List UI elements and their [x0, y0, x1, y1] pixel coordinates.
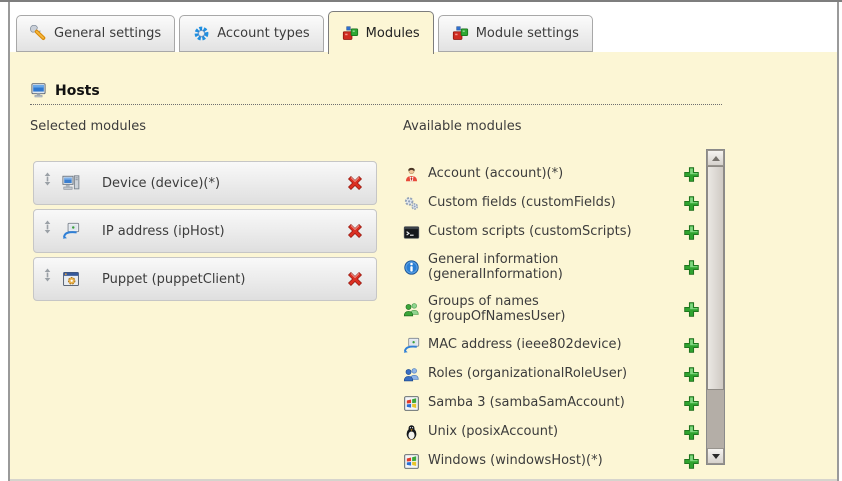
group-green-icon: [403, 301, 420, 318]
available-modules-scrollbar[interactable]: [706, 149, 725, 465]
selected-module-row[interactable]: Puppet (puppetClient): [33, 257, 377, 301]
device-icon: [62, 174, 80, 192]
wrench-icon: [30, 25, 47, 42]
module-label: MAC address (ieee802device): [428, 338, 622, 353]
available-module-row: General information (generalInformation): [403, 253, 700, 283]
account-types-gear-icon: [193, 25, 210, 42]
add-module-button[interactable]: [683, 366, 700, 383]
add-module-button[interactable]: [683, 424, 700, 441]
module-label: Device (device)(*): [102, 176, 346, 191]
available-modules-column: Available modules Account (account)(*) C…: [403, 119, 725, 481]
module-label: Unix (posixAccount): [428, 425, 558, 440]
module-label: Roles (organizationalRoleUser): [428, 367, 627, 382]
scroll-down-button[interactable]: [707, 448, 724, 464]
add-module-button[interactable]: [683, 224, 700, 241]
samba-icon: [403, 395, 420, 412]
module-label: Windows (windowsHost)(*): [428, 454, 603, 469]
module-label: Puppet (puppetClient): [102, 272, 346, 287]
drag-handle-icon[interactable]: [43, 268, 52, 282]
terminal-icon: [403, 224, 420, 241]
module-label: Samba 3 (sambaSamAccount): [428, 396, 625, 411]
module-label: IP address (ipHost): [102, 224, 346, 239]
arrow-down-icon: [712, 454, 720, 459]
modules-icon: [452, 25, 469, 42]
available-modules-title: Available modules: [403, 119, 725, 134]
remove-module-button[interactable]: [346, 270, 364, 288]
remove-module-button[interactable]: [346, 174, 364, 192]
tab-module-settings[interactable]: Module settings: [438, 15, 593, 52]
mac-address-icon: [403, 337, 420, 354]
selected-modules-title: Selected modules: [30, 119, 380, 134]
remove-module-button[interactable]: [346, 222, 364, 240]
add-module-button[interactable]: [683, 195, 700, 212]
add-module-button[interactable]: [683, 337, 700, 354]
module-label: General information (generalInformation): [428, 253, 670, 283]
modules-icon: [342, 25, 359, 42]
module-label: Custom fields (customFields): [428, 196, 616, 211]
scrollbar-track[interactable]: [707, 390, 724, 448]
available-module-row: Samba 3 (sambaSamAccount): [403, 395, 700, 412]
available-module-row: Custom scripts (customScripts): [403, 224, 700, 241]
available-modules-list: Account (account)(*) Custom fields (cust…: [403, 166, 700, 470]
tab-modules[interactable]: Modules: [328, 11, 434, 54]
arrow-up-icon: [712, 156, 720, 161]
selected-modules-column: Selected modules Device (device)(*) IP a…: [30, 119, 380, 481]
scrollbar-thumb[interactable]: [707, 166, 724, 390]
add-module-button[interactable]: [683, 395, 700, 412]
add-module-button[interactable]: [683, 301, 700, 318]
tab-label: General settings: [54, 26, 161, 41]
account-person-icon: [403, 166, 420, 183]
hosts-section-header: Hosts: [30, 82, 722, 105]
drag-handle-icon[interactable]: [43, 172, 52, 186]
selected-modules-list: Device (device)(*) IP address (ipHost) P…: [33, 161, 377, 301]
group-blue-icon: [403, 366, 420, 383]
penguin-icon: [403, 424, 420, 441]
add-module-button[interactable]: [683, 453, 700, 470]
windows-icon: [403, 453, 420, 470]
tab-general-settings[interactable]: General settings: [16, 15, 175, 52]
selected-module-row[interactable]: IP address (ipHost): [33, 209, 377, 253]
tab-label: Modules: [366, 26, 420, 41]
modules-tab-content: Hosts Selected modules Device (device)(*…: [10, 52, 837, 481]
available-module-row: Roles (organizationalRoleUser): [403, 366, 700, 383]
tab-bar: General settings Account types Modules M…: [10, 2, 837, 52]
monitor-icon: [30, 82, 47, 99]
available-module-row: Groups of names (groupOfNamesUser): [403, 295, 700, 325]
drag-handle-icon[interactable]: [43, 220, 52, 234]
module-label: Custom scripts (customScripts): [428, 225, 632, 240]
puppet-icon: [62, 270, 80, 288]
module-label: Groups of names (groupOfNamesUser): [428, 295, 670, 325]
tab-account-types[interactable]: Account types: [179, 15, 323, 52]
module-label: Account (account)(*): [428, 167, 563, 182]
module-columns: Selected modules Device (device)(*) IP a…: [30, 119, 837, 481]
selected-module-row[interactable]: Device (device)(*): [33, 161, 377, 205]
available-module-row: MAC address (ieee802device): [403, 337, 700, 354]
available-module-row: Unix (posixAccount): [403, 424, 700, 441]
configuration-window: General settings Account types Modules M…: [8, 2, 839, 481]
tab-label: Module settings: [476, 26, 579, 41]
available-module-row: Account (account)(*): [403, 166, 700, 183]
scroll-up-button[interactable]: [707, 150, 724, 166]
section-title: Hosts: [55, 83, 100, 99]
tab-label: Account types: [217, 26, 309, 41]
add-module-button[interactable]: [683, 166, 700, 183]
info-icon: [403, 259, 420, 276]
available-module-row: Custom fields (customFields): [403, 195, 700, 212]
available-module-row: Windows (windowsHost)(*): [403, 453, 700, 470]
custom-fields-icon: [403, 195, 420, 212]
add-module-button[interactable]: [683, 259, 700, 276]
ip-address-icon: [62, 222, 80, 240]
